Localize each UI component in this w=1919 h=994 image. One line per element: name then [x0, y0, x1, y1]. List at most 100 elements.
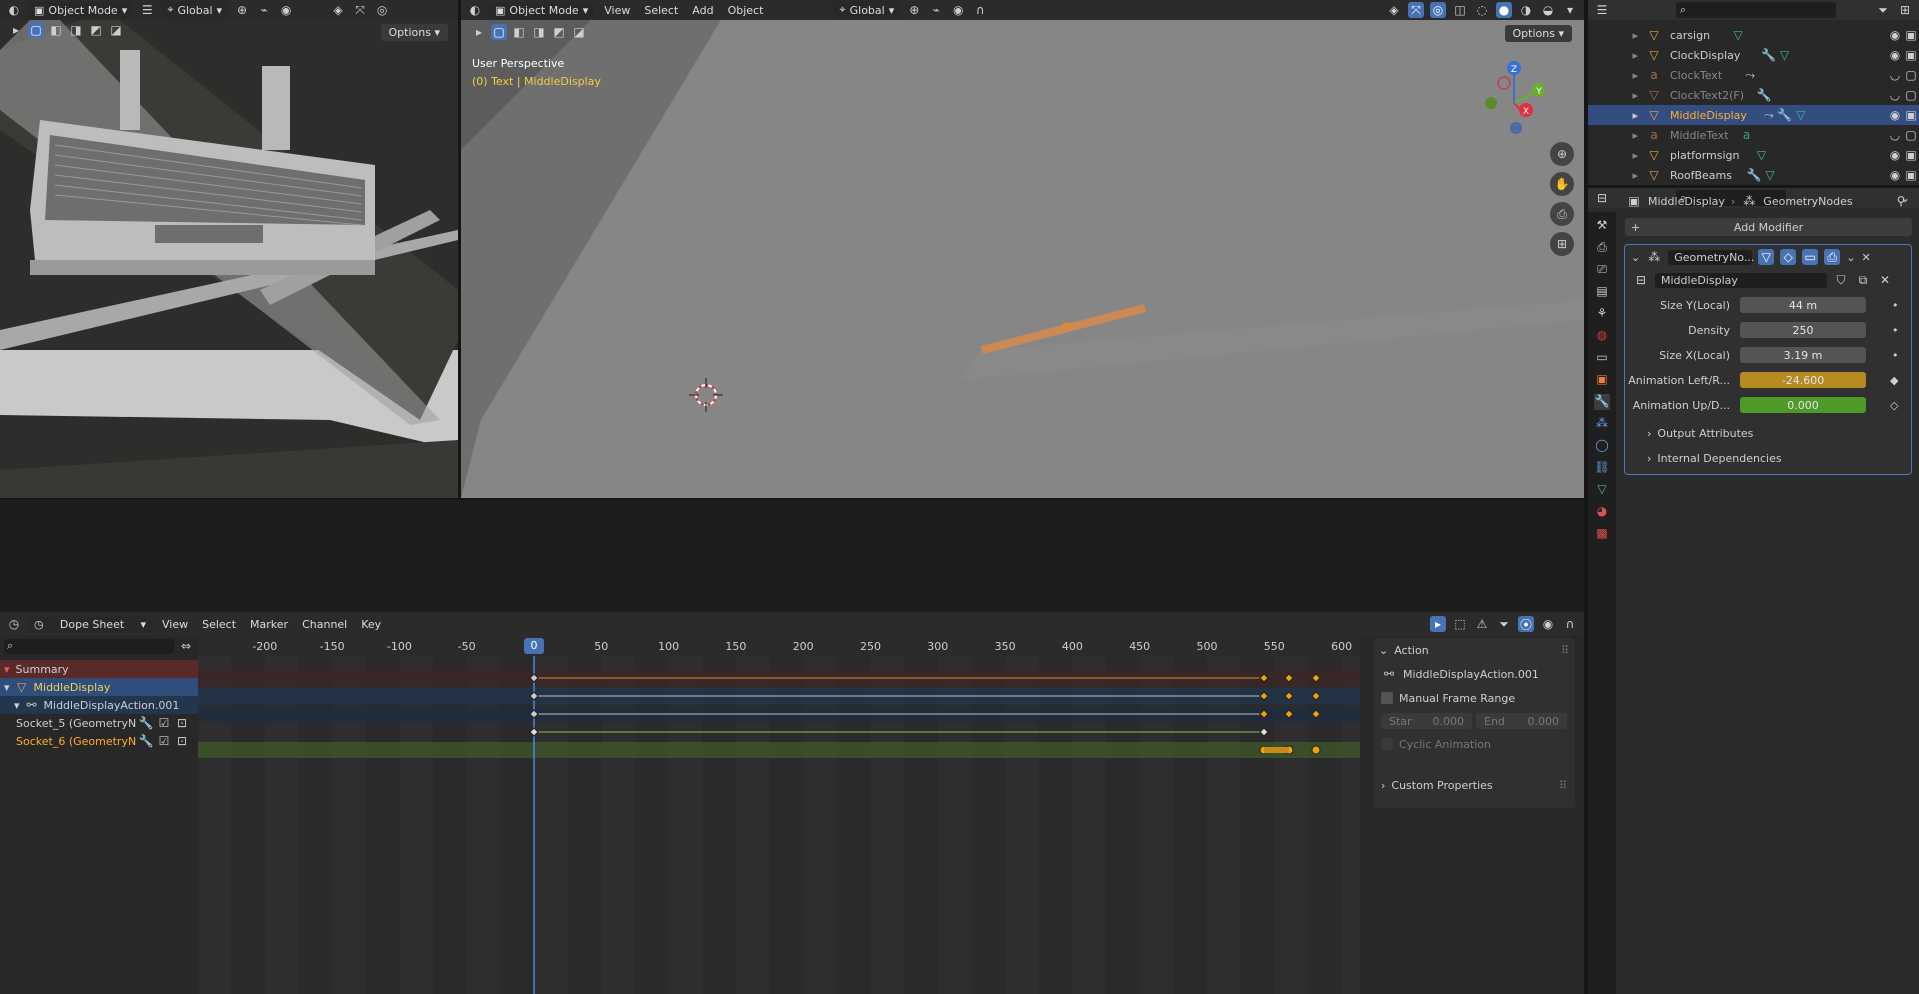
- editor-mode-dropdown[interactable]: ◷ Dope Sheet ▾: [28, 615, 152, 633]
- falloff-icon[interactable]: ∩: [1562, 616, 1578, 632]
- left-viewport[interactable]: ◐ ▣ Object Mode ▾ ☰ ⌖ Global ▾ ⊕ ⌁ ◉ ◈ ⤧ ◎…: [0, 0, 458, 498]
- channel-summary[interactable]: ▾ Summary: [0, 660, 198, 678]
- collapse-chevron-icon[interactable]: ⌄: [1631, 251, 1640, 264]
- errors-icon[interactable]: ⚠: [1474, 616, 1490, 632]
- menu-key[interactable]: Key: [357, 616, 385, 633]
- panel-internal-dependencies[interactable]: › Internal Dependencies: [1625, 448, 1911, 468]
- size-y-field[interactable]: 44 m: [1740, 297, 1866, 313]
- orientation-dropdown[interactable]: ⌖ Global ▾: [161, 1, 229, 19]
- material-tab-icon[interactable]: ◕: [1594, 504, 1610, 520]
- view-layer-tab-icon[interactable]: ▤: [1594, 284, 1610, 300]
- action-panel-header[interactable]: ⌄ Action ⠿: [1373, 638, 1575, 662]
- editor-type-icon[interactable]: ☰: [1594, 2, 1610, 18]
- overlay-icon[interactable]: ◎: [374, 2, 390, 18]
- only-selected-icon[interactable]: ▸: [1430, 616, 1446, 632]
- editor-type-icon[interactable]: ◐: [467, 2, 483, 18]
- keyframe-dot-icon[interactable]: •: [1892, 324, 1899, 337]
- menu-add[interactable]: Add: [688, 2, 717, 19]
- editor-type-icon[interactable]: ◐: [6, 2, 22, 18]
- grid-icon[interactable]: ⊞: [1550, 232, 1574, 256]
- lock-icon[interactable]: ⊡: [174, 715, 190, 731]
- auto-snap-icon[interactable]: ⦿: [1518, 616, 1534, 632]
- select-invert-icon[interactable]: ◩: [88, 22, 104, 38]
- output-tab-icon[interactable]: ⎚: [1594, 262, 1610, 278]
- keyframe-dot-icon[interactable]: •: [1892, 349, 1899, 362]
- checkbox-icon[interactable]: ☑: [156, 715, 172, 731]
- shading-options-icon[interactable]: ▾: [1562, 2, 1578, 18]
- current-frame-indicator[interactable]: 0: [524, 638, 544, 654]
- proportional-icon[interactable]: ◉: [278, 2, 294, 18]
- select-extend-icon[interactable]: ◧: [511, 24, 527, 40]
- drag-handle-icon[interactable]: ⠿: [1559, 779, 1567, 792]
- texture-tab-icon[interactable]: ▩: [1594, 526, 1610, 542]
- wrench-icon[interactable]: 🔧: [138, 715, 154, 731]
- channel-socket-5[interactable]: Socket_5 (GeometryNo 🔧 ☑ ⊡: [0, 714, 198, 732]
- visibility-icon[interactable]: ◈: [330, 2, 346, 18]
- remove-modifier-icon[interactable]: ✕: [1861, 251, 1870, 264]
- eye-icon[interactable]: ◉: [1887, 147, 1903, 163]
- keyframe-filled-icon[interactable]: ◆: [1890, 374, 1898, 387]
- cyclic-checkbox[interactable]: [1381, 738, 1393, 750]
- render-camera-icon[interactable]: ▣: [1903, 27, 1919, 43]
- swap-arrows-icon[interactable]: ⇔: [178, 638, 194, 654]
- navigation-gizmo[interactable]: Z Y X: [1474, 58, 1544, 138]
- gizmo-icon[interactable]: ⤧: [352, 2, 368, 18]
- node-tree-icon[interactable]: ⊟: [1633, 272, 1649, 288]
- area-separator[interactable]: [1584, 0, 1588, 994]
- object-tab-icon[interactable]: ▣: [1594, 372, 1610, 388]
- render-camera-icon[interactable]: ▢: [1903, 87, 1919, 103]
- collapse-triangle-icon[interactable]: ▾: [4, 663, 10, 676]
- wireframe-shading-icon[interactable]: ◌: [1474, 2, 1490, 18]
- show-hidden-icon[interactable]: ⬚: [1452, 616, 1468, 632]
- keyframe-empty-icon[interactable]: ◇: [1890, 399, 1898, 412]
- left-options-button[interactable]: Options ▾: [380, 24, 448, 41]
- filter-icon[interactable]: ⏷: [1496, 616, 1512, 632]
- menu-select[interactable]: Select: [198, 616, 240, 633]
- orientation-dropdown[interactable]: ⌖ Global ▾: [833, 1, 901, 19]
- pivot-icon[interactable]: ⊕: [906, 2, 922, 18]
- wrench-icon[interactable]: 🔧: [138, 733, 154, 749]
- menu-select[interactable]: Select: [640, 2, 682, 19]
- manual-frame-range-checkbox[interactable]: [1381, 692, 1393, 704]
- modifier-dropdown-icon[interactable]: ⌄: [1846, 251, 1855, 264]
- menu-view[interactable]: View: [158, 616, 192, 633]
- keyframe-dot-icon[interactable]: •: [1892, 299, 1899, 312]
- menu-object[interactable]: Object: [724, 2, 768, 19]
- unlink-icon[interactable]: ✕: [1877, 272, 1893, 288]
- drag-handle-icon[interactable]: ⠿: [1561, 644, 1569, 657]
- xray-icon[interactable]: ◫: [1452, 2, 1468, 18]
- collapse-triangle-icon[interactable]: ▾: [4, 681, 10, 694]
- solid-shading-icon[interactable]: ●: [1496, 2, 1512, 18]
- pivot-icon[interactable]: ⊕: [234, 2, 250, 18]
- duplicate-icon[interactable]: ⧉: [1855, 272, 1871, 288]
- render-camera-icon[interactable]: ▣: [1903, 147, 1919, 163]
- eye-icon[interactable]: ◉: [1887, 47, 1903, 63]
- physics-tab-icon[interactable]: ◯: [1594, 438, 1610, 454]
- eye-closed-icon[interactable]: ◡: [1887, 87, 1903, 103]
- select-intersect-icon[interactable]: ◪: [571, 24, 587, 40]
- tool-tab-icon[interactable]: ⚒: [1594, 218, 1610, 234]
- eye-icon[interactable]: ◉: [1887, 107, 1903, 123]
- snap-icon[interactable]: ⌁: [256, 2, 272, 18]
- particles-tab-icon[interactable]: ⁂: [1594, 416, 1610, 432]
- mode-dropdown[interactable]: ▣ Object Mode ▾: [489, 1, 595, 19]
- menu-marker[interactable]: Marker: [246, 616, 292, 633]
- render-camera-icon[interactable]: ▣: [1903, 107, 1919, 123]
- outliner-item-roofbeams[interactable]: ▸ ▽ RoofBeams 🔧 ▽ ◉ ▣: [1588, 165, 1919, 185]
- select-subtract-icon[interactable]: ◨: [531, 24, 547, 40]
- custom-properties-panel[interactable]: › Custom Properties ⠿: [1373, 774, 1575, 796]
- channel-socket-6[interactable]: Socket_6 (GeometryNo 🔧 ☑ ⊡: [0, 732, 198, 750]
- outliner-item-clocktext[interactable]: ▸ a ClockText ⤳ ◡ ▢: [1588, 65, 1919, 85]
- select-invert-icon[interactable]: ◩: [551, 24, 567, 40]
- select-box-icon[interactable]: ▢: [28, 22, 44, 38]
- outliner-search-input[interactable]: ⌕: [1676, 2, 1836, 18]
- scene-tab-icon[interactable]: ⚘: [1594, 306, 1610, 322]
- material-shading-icon[interactable]: ◑: [1518, 2, 1534, 18]
- data-tab-icon[interactable]: ▽: [1594, 482, 1610, 498]
- main-options-button[interactable]: Options ▾: [1504, 25, 1572, 42]
- eye-icon[interactable]: ◉: [1887, 27, 1903, 43]
- area-separator[interactable]: [458, 0, 461, 498]
- checkbox-icon[interactable]: ☑: [156, 733, 172, 749]
- render-camera-icon[interactable]: ▣: [1903, 167, 1919, 183]
- channel-action[interactable]: ▾ ⚯ MiddleDisplayAction.001: [0, 696, 198, 714]
